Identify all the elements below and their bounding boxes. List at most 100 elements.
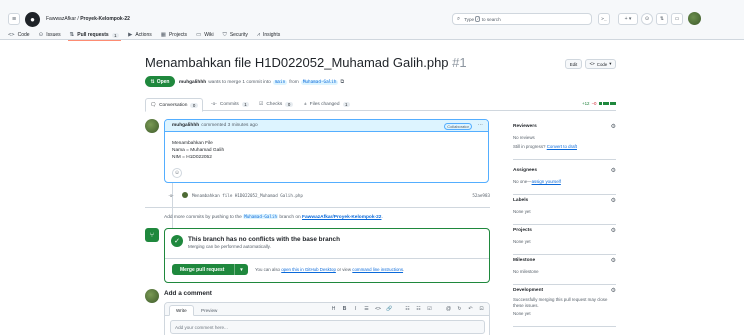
breadcrumb-owner[interactable]: FawwazAfkar <box>46 16 76 22</box>
labels-value: None yet <box>513 209 531 214</box>
tab-write[interactable]: Write <box>169 305 194 316</box>
convert-to-draft-link[interactable]: Convert to draft <box>547 144 577 149</box>
checks-icon: ☑ <box>259 102 264 107</box>
github-desktop-link[interactable]: open this in GitHub Desktop <box>281 267 336 272</box>
comment-textarea[interactable]: Add your comment here... <box>170 320 485 334</box>
tab-wiki-label: Wiki <box>204 32 214 38</box>
gear-icon[interactable]: ⚙ <box>611 167 616 174</box>
gear-icon[interactable]: ⚙ <box>611 257 616 264</box>
issues-icon[interactable]: ⊙ <box>641 13 653 25</box>
avatar[interactable] <box>688 12 701 25</box>
tab-commits[interactable]: -o- Commits 1 <box>207 98 253 111</box>
tab-security[interactable]: ⛉ Security <box>223 30 248 40</box>
edit-button[interactable]: Edit <box>565 59 582 69</box>
milestone-title[interactable]: Milestone <box>513 258 535 264</box>
checks-count: 0 <box>285 102 293 107</box>
comment-author[interactable]: muhgalihhh <box>172 123 199 128</box>
gear-icon[interactable]: ⚙ <box>611 123 616 130</box>
merge-box: ✓ This branch has no conflicts with the … <box>164 228 490 283</box>
tab-pull-requests[interactable]: ⇅ Pull requests 1 <box>67 30 122 41</box>
command-palette-icon[interactable]: >_ <box>598 13 610 25</box>
fullscreen-icon[interactable]: ⊡ <box>479 306 484 312</box>
current-user-avatar[interactable] <box>145 289 159 303</box>
commit-sha[interactable]: 52ae983 <box>472 193 490 198</box>
ordered-list-icon[interactable]: ☷ <box>416 306 421 312</box>
gear-icon[interactable]: ⚙ <box>611 197 616 204</box>
milestone-value: No milestone <box>513 269 539 274</box>
commit-message[interactable]: Menambahkan file H1D022052_Muhamad Galih… <box>192 193 303 198</box>
quote-icon[interactable]: ☰ <box>364 306 369 312</box>
tab-files-changed[interactable]: ± Files changed 1 <box>300 98 354 111</box>
tab-checks[interactable]: ☑ Checks 0 <box>255 98 297 111</box>
comment-author-avatar[interactable] <box>145 119 159 133</box>
add-more-prefix: Add more commits by pushing to the <box>164 215 242 220</box>
italic-icon[interactable]: I <box>353 306 358 312</box>
sidebar-divider <box>513 159 616 160</box>
tab-issues-label: Issues <box>46 32 61 38</box>
development-title[interactable]: Development <box>513 288 543 294</box>
tab-insights[interactable]: ⩘ Insights <box>257 30 280 40</box>
add-more-commits-hint: Add more commits by pushing to the Muham… <box>164 214 383 220</box>
comment-menu-icon[interactable]: ··· <box>478 122 484 128</box>
sidebar-divider <box>513 224 616 225</box>
comment-line: Nama = Muhamad Galih <box>172 148 225 153</box>
commit-author-avatar[interactable] <box>182 192 188 198</box>
assign-yourself-link[interactable]: assign yourself <box>532 179 561 184</box>
projects-title[interactable]: Projects <box>513 228 532 234</box>
tab-projects[interactable]: ▦ Projects <box>161 30 187 40</box>
tab-wiki[interactable]: ▭ Wiki <box>196 30 214 40</box>
author-link[interactable]: muhgalihhh <box>179 80 206 85</box>
commit-icon: -o- <box>211 102 217 107</box>
create-new-button[interactable]: + ▾ <box>618 13 638 25</box>
unordered-list-icon[interactable]: ☷ <box>405 306 410 312</box>
wants-text: wants to merge 1 commit into <box>208 79 271 85</box>
pull-requests-icon[interactable]: ⇅ <box>656 13 668 25</box>
tab-preview[interactable]: Preview <box>195 305 223 316</box>
pull-request-icon: ⇅ <box>150 78 155 85</box>
branch-link[interactable]: Muhamad-Galih <box>243 214 278 219</box>
task-list-icon[interactable]: ☑ <box>427 306 432 312</box>
code-button[interactable]: <> Code ▾ <box>585 59 616 69</box>
tab-actions[interactable]: ▶ Actions <box>128 30 152 40</box>
gear-icon[interactable]: ⚙ <box>611 227 616 234</box>
editor-tabs: Write Preview H B I ☰ <> 🔗 ☷ ☷ ☑ @ ↻ ↶ ⊡ <box>165 303 489 316</box>
tab-conversation[interactable]: 🗨 Conversation 0 <box>145 98 203 112</box>
development-value: None yet <box>513 311 531 316</box>
graph-icon: ⩘ <box>256 31 260 38</box>
cli-instructions-link[interactable]: command line instructions <box>352 267 403 272</box>
merge-pull-request-button[interactable]: Merge pull request ▼ <box>172 264 248 275</box>
pull-request-icon: ⇅ <box>69 32 75 38</box>
diffstat: +12 −0 <box>582 101 616 106</box>
from-text: from <box>289 79 299 85</box>
gear-icon[interactable]: ⚙ <box>611 287 616 294</box>
head-branch[interactable]: Muhamad-Galih <box>300 79 339 85</box>
comment-time[interactable]: commented 3 minutes ago <box>201 123 258 128</box>
add-reaction-icon[interactable]: ☺ <box>172 168 182 178</box>
status-label: Open <box>156 78 170 85</box>
breadcrumb-repo[interactable]: Proyek-Kelompok-22 <box>80 16 130 22</box>
bold-icon[interactable]: B <box>342 306 347 312</box>
merge-status-subtitle: Merging can be performed automatically. <box>188 244 271 249</box>
pr-meta: muhgalihhh wants to merge 1 commit into … <box>179 79 344 85</box>
merge-options-dropdown[interactable]: ▼ <box>234 264 248 275</box>
heading-icon[interactable]: H <box>331 306 336 312</box>
undo-icon[interactable]: ↶ <box>468 306 473 312</box>
mention-icon[interactable]: @ <box>446 306 451 312</box>
tab-issues[interactable]: ⊙ Issues <box>39 30 61 40</box>
reference-icon[interactable]: ↻ <box>457 306 462 312</box>
repo-link[interactable]: FawwazAfkar/Proyek-Kelompok-22 <box>302 215 381 220</box>
code-icon[interactable]: <> <box>375 306 381 312</box>
toolbar-gap <box>438 306 440 312</box>
github-logo[interactable]: ● <box>25 12 40 27</box>
labels-title[interactable]: Labels <box>513 198 528 204</box>
tab-code[interactable]: <> Code <box>8 30 30 40</box>
reviewers-title[interactable]: Reviewers <box>513 124 537 130</box>
search-input[interactable]: ⌕ Type / to search <box>452 13 592 25</box>
inbox-icon[interactable]: ▭ <box>671 13 683 25</box>
base-branch[interactable]: main <box>272 79 288 85</box>
assignees-title[interactable]: Assignees <box>513 168 537 174</box>
pr-number: #1 <box>452 55 467 70</box>
hamburger-icon[interactable]: ≡ <box>8 13 20 25</box>
copy-icon[interactable]: ⧉ <box>340 79 343 85</box>
link-icon[interactable]: 🔗 <box>386 306 392 312</box>
